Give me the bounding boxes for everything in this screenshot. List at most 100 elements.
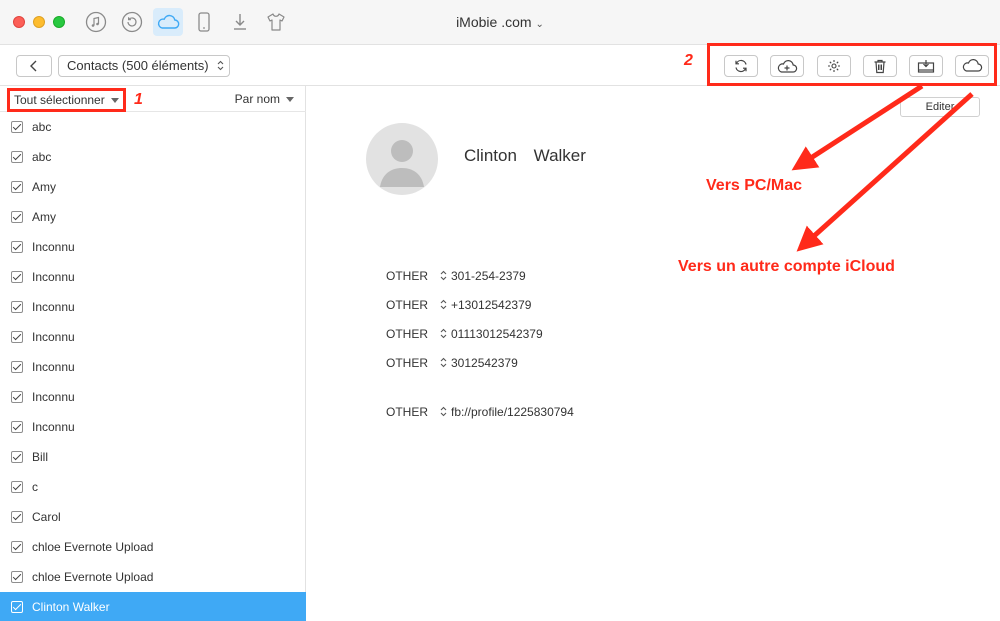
list-item[interactable]: chloe Evernote Upload (0, 562, 306, 592)
contact-list-name: chloe Evernote Upload (32, 570, 154, 584)
contact-list-name: Inconnu (32, 420, 75, 434)
checkbox[interactable] (11, 361, 23, 373)
field-row: OTHER 3012542379 (386, 356, 518, 370)
checkbox[interactable] (11, 451, 23, 463)
checkbox[interactable] (11, 241, 23, 253)
title-bar: iMobie .com ⌄ (0, 0, 1000, 45)
sort-dropdown[interactable]: Par nom (235, 92, 294, 106)
checkbox[interactable] (11, 511, 23, 523)
field-label[interactable]: OTHER (386, 327, 436, 341)
contact-list-name: Carol (32, 510, 61, 524)
checkbox[interactable] (11, 481, 23, 493)
contact-list-name: Inconnu (32, 300, 75, 314)
contact-list-name: Inconnu (32, 390, 75, 404)
category-select-value: Contacts (500 éléments) (67, 58, 209, 73)
contact-list-name: abc (32, 150, 52, 164)
caret-down-icon (110, 98, 119, 104)
app-title-text: iMobie .com (456, 14, 532, 30)
field-value: 01113012542379 (451, 327, 543, 341)
updown-arrows-icon (217, 56, 224, 76)
contact-list-name: Amy (32, 180, 56, 194)
checkbox[interactable] (11, 301, 23, 313)
checkbox[interactable] (11, 271, 23, 283)
app-title[interactable]: iMobie .com ⌄ (0, 14, 1000, 30)
contact-list-name: Inconnu (32, 270, 75, 284)
field-label[interactable]: OTHER (386, 405, 436, 419)
annotation-to-computer: Vers PC/Mac (706, 177, 803, 194)
contact-name: Clinton Walker (464, 146, 586, 166)
contact-detail-panel: Editer Clinton Walker OTHER 301-254-2379 O… (307, 86, 1000, 621)
contact-list-name: abc (32, 120, 52, 134)
list-header: Tout sélectionner Par nom (0, 86, 306, 112)
checkbox[interactable] (11, 541, 23, 553)
updown-arrows-icon[interactable] (436, 328, 451, 341)
caret-down-icon (286, 97, 294, 103)
select-all-dropdown[interactable]: Tout sélectionner (7, 88, 126, 112)
list-item[interactable]: chloe Evernote Upload (0, 532, 306, 562)
field-label[interactable]: OTHER (386, 298, 436, 312)
contact-list: abc abc Amy Amy Inconnu Inconnu Inconnu Inconnu… (0, 112, 306, 621)
contact-list-name: Amy (32, 210, 56, 224)
updown-arrows-icon[interactable] (436, 406, 451, 419)
field-row: OTHER 01113012542379 (386, 327, 543, 341)
contact-list-name: Inconnu (32, 330, 75, 344)
contact-list-name: Bill (32, 450, 49, 464)
list-item[interactable]: Inconnu (0, 382, 306, 412)
checkbox[interactable] (11, 331, 23, 343)
list-item[interactable]: Bill (0, 442, 306, 472)
sort-label: Par nom (234, 92, 280, 106)
list-item[interactable]: abc (0, 112, 306, 142)
chevron-down-icon: ⌄ (535, 19, 544, 30)
list-item[interactable]: abc (0, 142, 306, 172)
back-button[interactable] (16, 55, 52, 77)
checkbox[interactable] (11, 421, 23, 433)
contact-list-panel: Tout sélectionner Par nom abc abc Amy Amy In… (0, 86, 306, 621)
contact-list-name: Inconnu (32, 360, 75, 374)
field-row: OTHER +13012542379 (386, 298, 531, 312)
category-select[interactable]: Contacts (500 éléments) (58, 55, 230, 77)
checkbox[interactable] (11, 391, 23, 403)
updown-arrows-icon[interactable] (436, 357, 451, 370)
annotation-number-2: 2 (684, 52, 693, 69)
checkbox[interactable] (11, 601, 23, 613)
contact-list-name: Clinton Walker (32, 600, 110, 614)
checkbox[interactable] (11, 181, 23, 193)
contact-list-name: chloe Evernote Upload (32, 540, 154, 554)
field-label[interactable]: OTHER (386, 356, 436, 370)
checkbox[interactable] (11, 121, 23, 133)
updown-arrows-icon[interactable] (436, 270, 451, 283)
annotation-number-1: 1 (134, 91, 143, 108)
avatar (366, 123, 438, 195)
updown-arrows-icon[interactable] (436, 299, 451, 312)
checkbox[interactable] (11, 571, 23, 583)
field-value: fb://profile/1225830794 (451, 405, 574, 419)
list-item[interactable]: Amy (0, 172, 306, 202)
select-all-label: Tout sélectionner (14, 93, 105, 107)
field-row: OTHER 301-254-2379 (386, 269, 526, 283)
contact-list-name: Inconnu (32, 240, 75, 254)
list-item[interactable]: Carol (0, 502, 306, 532)
last-name: Walker (533, 146, 586, 165)
field-value: +13012542379 (451, 298, 532, 312)
field-value: 301-254-2379 (451, 269, 526, 283)
list-item[interactable]: Inconnu (0, 292, 306, 322)
checkbox[interactable] (11, 151, 23, 163)
list-item[interactable]: Clinton Walker (0, 592, 306, 621)
list-item[interactable]: Inconnu (0, 412, 306, 442)
list-item[interactable]: Inconnu (0, 232, 306, 262)
field-label[interactable]: OTHER (386, 269, 436, 283)
list-item[interactable]: Inconnu (0, 262, 306, 292)
list-item[interactable]: Inconnu (0, 352, 306, 382)
chevron-left-icon (30, 60, 37, 72)
list-item[interactable]: Inconnu (0, 322, 306, 352)
edit-button[interactable]: Editer (900, 97, 980, 117)
person-silhouette-icon (380, 140, 424, 187)
field-row: OTHER fb://profile/1225830794 (386, 405, 574, 419)
annotation-to-icloud: Vers un autre compte iCloud (678, 258, 895, 275)
list-item[interactable]: Amy (0, 202, 306, 232)
checkbox[interactable] (11, 211, 23, 223)
contact-list-name: c (32, 480, 38, 494)
first-name: Clinton (464, 146, 517, 165)
list-item[interactable]: c (0, 472, 306, 502)
field-value: 3012542379 (451, 356, 518, 370)
